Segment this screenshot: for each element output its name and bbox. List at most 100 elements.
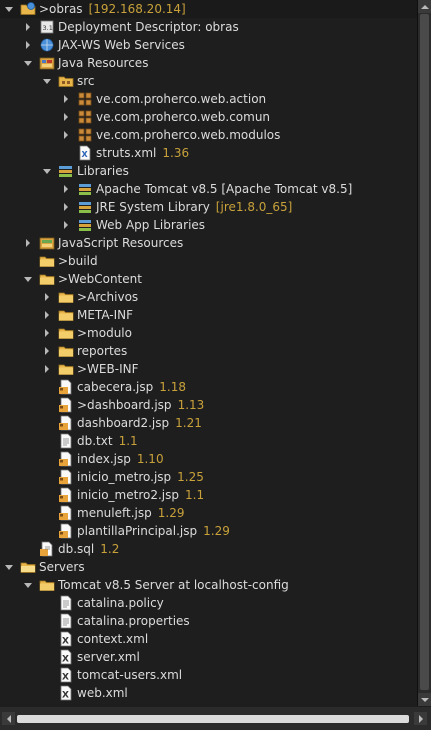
- expand-arrow-icon[interactable]: [42, 342, 52, 360]
- collapse-arrow-icon[interactable]: [42, 72, 52, 90]
- tree-item-menuleft-jsp[interactable]: menuleft.jsp 1.29: [0, 504, 417, 522]
- jsp-file-icon: [58, 469, 74, 485]
- tree-item-jre-system-library[interactable]: JRE System Library [jre1.8.0_65]: [0, 198, 417, 216]
- tree-item-package-web-action[interactable]: ve.com.proherco.web.action: [0, 90, 417, 108]
- tree-item-db-txt[interactable]: db.txt 1.1: [0, 432, 417, 450]
- horizontal-scrollbar[interactable]: [0, 707, 431, 730]
- tree-item-struts-xml[interactable]: Xstruts.xml 1.36: [0, 144, 417, 162]
- tree-item-label: server.xml: [77, 650, 140, 664]
- version-decoration: 1.29: [157, 506, 185, 520]
- tree-item-inicio-metro-jsp[interactable]: inicio_metro.jsp 1.25: [0, 468, 417, 486]
- expand-arrow-icon[interactable]: [42, 360, 52, 378]
- tree-item-src[interactable]: src: [0, 72, 417, 90]
- tree-item-label: tomcat-users.xml: [77, 668, 183, 682]
- tree-item-javascript-resources[interactable]: JavaScript Resources: [0, 234, 417, 252]
- tree-item-context-xml[interactable]: Xcontext.xml: [0, 630, 417, 648]
- svg-text:X: X: [62, 655, 69, 665]
- tree-item-web-app-libraries[interactable]: Web App Libraries: [0, 216, 417, 234]
- tree-item-label: context.xml: [77, 632, 149, 646]
- libraries-icon: [58, 163, 74, 179]
- tree-item-reportes-folder[interactable]: reportes: [0, 342, 417, 360]
- collapse-arrow-icon[interactable]: [42, 162, 52, 180]
- xml-file-icon: X: [58, 667, 74, 683]
- tree-item-plantilla-principal-jsp[interactable]: plantillaPrincipal.jsp 1.29: [0, 522, 417, 540]
- tree-item-catalina-policy[interactable]: catalina.policy: [0, 594, 417, 612]
- tree-item-tomcat-server-config[interactable]: Tomcat v8.5 Server at localhost-config: [0, 576, 417, 594]
- version-decoration: 1.13: [177, 398, 205, 412]
- web-services-icon: [39, 37, 55, 53]
- tree-item-deployment-descriptor[interactable]: 3.1 Deployment Descriptor: obras: [0, 18, 417, 36]
- tree-item-label: web.xml: [77, 686, 128, 700]
- expand-arrow-icon[interactable]: [23, 36, 33, 54]
- tree-item-build-folder[interactable]: >build: [0, 252, 417, 270]
- tree-item-jax-ws-web-services[interactable]: JAX-WS Web Services: [0, 36, 417, 54]
- tree-item-servers-project[interactable]: Servers: [0, 558, 417, 576]
- tree-item-dashboard2-jsp[interactable]: dashboard2.jsp 1.21: [0, 414, 417, 432]
- collapse-arrow-icon[interactable]: [4, 558, 14, 576]
- expand-arrow-icon[interactable]: [61, 108, 71, 126]
- tree-item-index-jsp[interactable]: index.jsp 1.10: [0, 450, 417, 468]
- tree-item-archivos-folder[interactable]: >Archivos: [0, 288, 417, 306]
- struts-file-icon: X: [77, 145, 93, 161]
- tree-item-label: inicio_metro.jsp: [77, 470, 172, 484]
- expand-arrow-icon[interactable]: [61, 126, 71, 144]
- tree-item-inicio-metro2-jsp[interactable]: inicio_metro2.jsp 1.1: [0, 486, 417, 504]
- tree-item-apache-tomcat-lib[interactable]: Apache Tomcat v8.5 [Apache Tomcat v8.5]: [0, 180, 417, 198]
- vertical-scroll-thumb[interactable]: [420, 14, 429, 690]
- tree-item-meta-inf-folder[interactable]: META-INF: [0, 306, 417, 324]
- folder-icon: [58, 361, 74, 377]
- tree-item-label: db.sql: [58, 542, 95, 556]
- library-icon: [77, 217, 93, 233]
- version-decoration: 1.1: [185, 488, 205, 502]
- expand-arrow-icon[interactable]: [61, 90, 71, 108]
- tree-item-java-resources[interactable]: Java Resources: [0, 54, 417, 72]
- expand-arrow-icon[interactable]: [42, 324, 52, 342]
- expand-arrow-icon[interactable]: [23, 234, 33, 252]
- tree-item-libraries[interactable]: Libraries: [0, 162, 417, 180]
- tree-item-package-web-comun[interactable]: ve.com.proherco.web.comun: [0, 108, 417, 126]
- collapse-arrow-icon[interactable]: [23, 576, 33, 594]
- jsp-file-icon: [58, 379, 74, 395]
- scroll-left-button[interactable]: [2, 712, 15, 725]
- expand-arrow-icon[interactable]: [61, 216, 71, 234]
- expand-arrow-icon[interactable]: [42, 306, 52, 324]
- scroll-down-button[interactable]: [418, 693, 431, 706]
- collapse-arrow-icon[interactable]: [23, 270, 33, 288]
- expand-arrow-icon[interactable]: [23, 18, 33, 36]
- tree-item-server-xml[interactable]: Xserver.xml: [0, 648, 417, 666]
- svg-text:3.1: 3.1: [43, 24, 53, 32]
- scroll-up-button[interactable]: [418, 0, 431, 13]
- tree-item-obras-project[interactable]: >obras [192.168.20.14]: [0, 0, 417, 18]
- jsp-file-icon: [58, 487, 74, 503]
- tree-item-web-inf-folder[interactable]: >WEB-INF: [0, 360, 417, 378]
- folder-icon: [39, 253, 55, 269]
- tree-item-cabecera-jsp[interactable]: cabecera.jsp 1.18: [0, 378, 417, 396]
- vertical-scrollbar[interactable]: [418, 0, 431, 706]
- collapse-arrow-icon[interactable]: [4, 0, 14, 18]
- tree-item-web-xml[interactable]: Xweb.xml: [0, 684, 417, 702]
- tree-item-dashboard-jsp[interactable]: >dashboard.jsp 1.13: [0, 396, 417, 414]
- expand-arrow-icon[interactable]: [61, 180, 71, 198]
- project-explorer-tree[interactable]: >obras [192.168.20.14] 3.1 Deployment Descr…: [0, 0, 418, 706]
- package-icon: [77, 91, 93, 107]
- expand-arrow-icon[interactable]: [42, 288, 52, 306]
- expand-arrow-icon[interactable]: [61, 198, 71, 216]
- tree-item-package-web-modulos[interactable]: ve.com.proherco.web.modulos: [0, 126, 417, 144]
- tree-item-modulo-folder[interactable]: >modulo: [0, 324, 417, 342]
- horizontal-scroll-thumb[interactable]: [17, 715, 409, 723]
- scroll-right-button[interactable]: [414, 712, 427, 725]
- arrow-right-icon: [418, 714, 423, 723]
- version-decoration: 1.36: [162, 146, 190, 160]
- tree-item-catalina-properties[interactable]: catalina.properties: [0, 612, 417, 630]
- tree-item-db-sql[interactable]: db.sql 1.2: [0, 540, 417, 558]
- package-icon: [77, 127, 93, 143]
- collapse-arrow-icon[interactable]: [23, 54, 33, 72]
- tree-item-webcontent-folder[interactable]: >WebContent: [0, 270, 417, 288]
- folder-icon: [58, 343, 74, 359]
- tree-item-label: >WEB-INF: [77, 362, 139, 376]
- tree-item-tomcat-users-xml[interactable]: Xtomcat-users.xml: [0, 666, 417, 684]
